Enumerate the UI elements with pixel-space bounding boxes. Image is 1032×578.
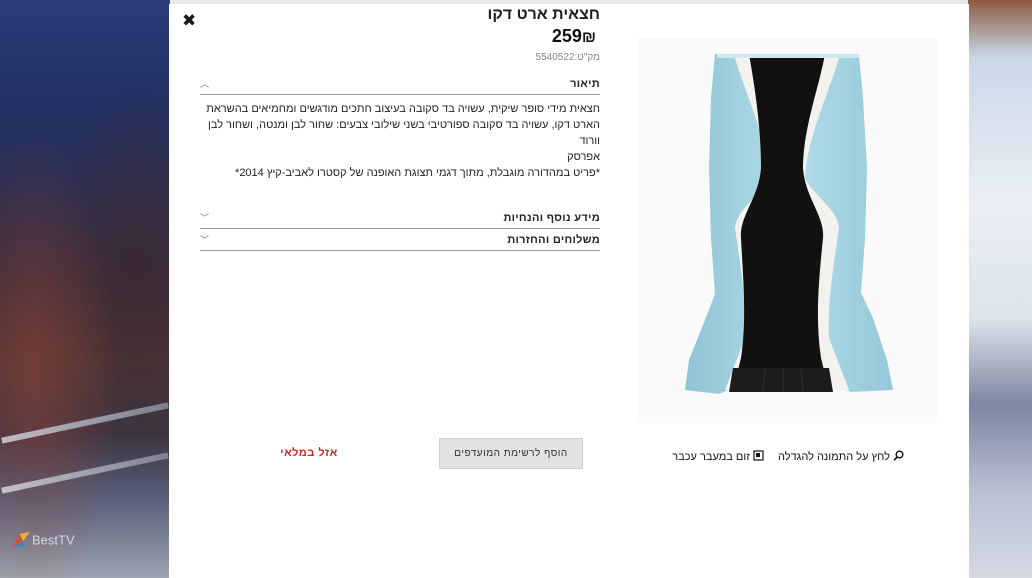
add-to-wishlist-button[interactable]: הוסף לרשימת המועדפים bbox=[439, 438, 583, 469]
close-icon[interactable]: ✖ bbox=[182, 12, 198, 30]
accordion-description-label: תיאור bbox=[570, 78, 600, 90]
click-to-zoom-label[interactable]: לחץ על התמונה להגדלה bbox=[778, 451, 890, 463]
product-info: חצאית ארט דקו 259₪ מק"ט:5540522 תיאור ︿ … bbox=[200, 4, 600, 251]
product-quickview-modal: ✖ חצאית ארט דקו 259₪ מק"ט:5540522 תיאור … bbox=[169, 4, 969, 578]
description-line: הארט דקו, עשויה בד סקובה ספורטיבי בשני ש… bbox=[208, 119, 600, 147]
accordion-more-info-label: מידע נוסף והנחיות bbox=[503, 212, 600, 224]
image-zoom-controls: לחץ על התמונה להגדלה זום במעבר עכבר bbox=[672, 450, 904, 464]
product-sku: מק"ט:5540522 bbox=[535, 52, 600, 63]
besttv-logo: BestTV bbox=[10, 530, 90, 556]
background-photo-left bbox=[0, 0, 170, 578]
product-title: חצאית ארט דקו bbox=[487, 6, 600, 23]
logo-icon bbox=[12, 532, 30, 548]
description-line: *פריט במהדורה מוגבלת, מתוך דגמי תצוגת הא… bbox=[235, 167, 600, 179]
skirt-image bbox=[685, 54, 893, 394]
chevron-up-icon: ︿ bbox=[200, 79, 210, 89]
background-photo-right bbox=[968, 0, 1032, 578]
product-price: 259₪ bbox=[200, 25, 600, 49]
accordion-more-info-header[interactable]: מידע נוסף והנחיות ﹀ bbox=[200, 207, 600, 229]
logo-text: Best bbox=[32, 532, 59, 548]
accordion-shipping-label: משלוחים והחזרות bbox=[507, 234, 600, 246]
chevron-down-icon: ﹀ bbox=[200, 235, 210, 245]
description-line: אפרסק bbox=[567, 151, 600, 163]
out-of-stock-label: אזל במלאי bbox=[280, 447, 338, 459]
logo-text-tv: TV bbox=[58, 532, 75, 548]
accordion-shipping-header[interactable]: משלוחים והחזרות ﹀ bbox=[200, 229, 600, 251]
description-line: חצאית מידי סופר שיקית, עשויה בד סקובה בע… bbox=[206, 103, 600, 115]
currency-symbol: ₪ bbox=[581, 29, 596, 46]
accordion-description-header[interactable]: תיאור ︿ bbox=[200, 73, 600, 95]
description-text: חצאית מידי סופר שיקית, עשויה בד סקובה בע… bbox=[200, 95, 600, 207]
price-value: 259 bbox=[551, 26, 582, 46]
search-icon[interactable] bbox=[893, 450, 904, 464]
hover-zoom-icon[interactable] bbox=[753, 450, 764, 464]
chevron-down-icon: ﹀ bbox=[200, 213, 210, 223]
hover-zoom-label[interactable]: זום במעבר עכבר bbox=[672, 451, 750, 463]
product-image[interactable] bbox=[637, 38, 937, 423]
